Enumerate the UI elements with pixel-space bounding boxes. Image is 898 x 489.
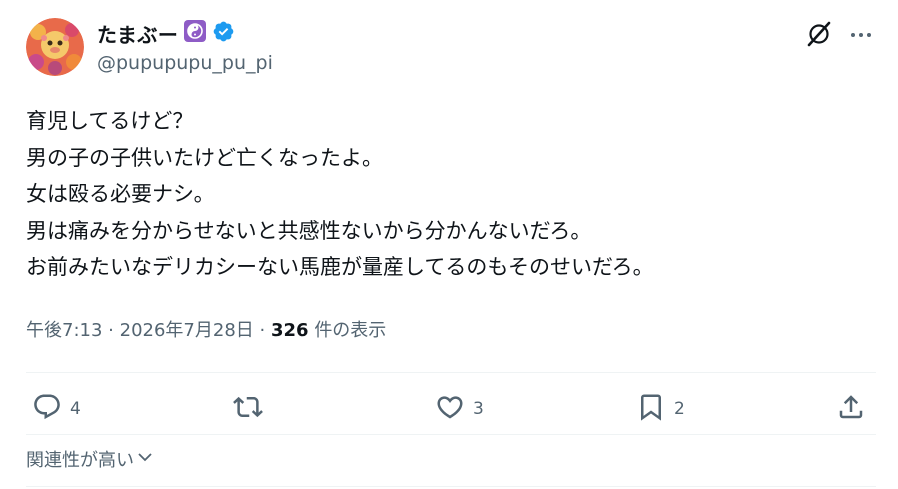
reply-button[interactable]: 4 — [32, 394, 81, 424]
bookmark-button[interactable]: 2 — [636, 394, 685, 424]
avatar[interactable] — [26, 18, 84, 76]
related-label: 関連性が高い — [26, 450, 134, 471]
more-icon[interactable] — [848, 22, 874, 48]
retweet-icon — [232, 392, 264, 427]
bookmark-count: 2 — [674, 399, 685, 419]
name-row[interactable]: たまぶー — [97, 19, 235, 48]
post-text: 育児してるけど？ 男の子の子供いたけど亡くなったよ。 女は殴る必要ナシ。 男は痛… — [26, 103, 876, 286]
bookmark-icon — [636, 392, 666, 427]
divider — [26, 486, 876, 487]
related-sort-dropdown[interactable]: 関連性が高い — [26, 446, 154, 472]
post-meta: 午後7:13 · 2026年7月28日 · 326 件の表示 — [26, 316, 386, 342]
meta-separator: · — [108, 320, 114, 341]
grok-icon[interactable] — [805, 20, 833, 48]
views-count: 326 — [271, 320, 309, 341]
views-label: 件の表示 — [314, 320, 387, 341]
share-button[interactable] — [836, 394, 866, 424]
like-button[interactable]: 3 — [435, 394, 484, 424]
chevron-down-icon — [136, 448, 154, 471]
post-line: 女は殴る必要ナシ。 — [26, 182, 215, 206]
post-line: 男の子の子供いたけど亡くなったよ。 — [26, 145, 383, 170]
divider — [26, 434, 876, 435]
post-line: 育児してるけど？ — [26, 109, 194, 133]
handle[interactable]: @pupupupu_pu_pi — [97, 52, 273, 74]
like-icon — [435, 392, 465, 427]
retweet-button[interactable] — [232, 394, 272, 424]
reply-count: 4 — [70, 399, 81, 419]
post-date[interactable]: 2026年7月28日 — [120, 320, 254, 341]
divider — [26, 372, 876, 373]
verified-icon — [212, 20, 235, 47]
reply-icon — [32, 392, 62, 427]
post-time[interactable]: 午後7:13 — [26, 320, 102, 341]
meta-separator: · — [259, 320, 266, 341]
yin-yang-icon — [184, 20, 207, 46]
like-count: 3 — [473, 399, 484, 419]
share-icon — [836, 392, 866, 427]
post-line: 男は痛みを分からせないと共感性ないから分かんないだろ。 — [26, 218, 592, 243]
display-name[interactable]: たまぶー — [97, 19, 178, 48]
post-line: お前みたいなデリカシーない馬鹿が量産してるのもそのせいだろ。 — [26, 255, 654, 279]
